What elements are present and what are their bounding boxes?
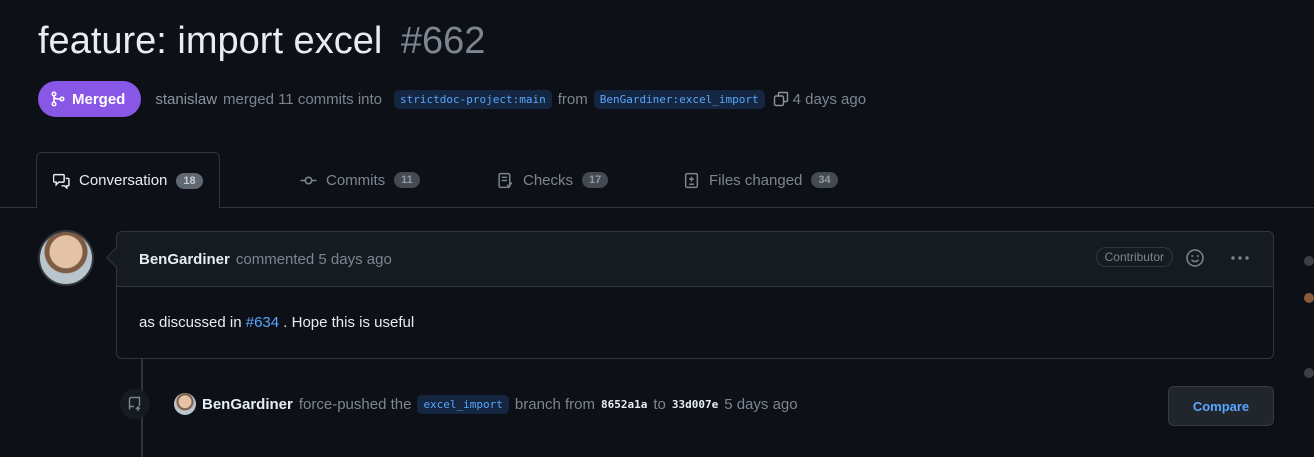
- repo-push-icon: [128, 396, 141, 411]
- comment-discussion-icon: [53, 173, 70, 189]
- copy-icon[interactable]: [773, 91, 789, 107]
- comment-header: BenGardiner commented 5 days ago Contrib…: [117, 232, 1273, 287]
- file-diff-icon: [684, 172, 699, 188]
- event-user-avatar[interactable]: [174, 393, 196, 415]
- git-merge-icon: [51, 91, 65, 107]
- event-text-2: branch from: [514, 395, 595, 413]
- tab-files-changed-count: 34: [811, 172, 838, 188]
- event-to-text: to: [653, 395, 666, 413]
- base-branch-tag[interactable]: strictdoc-project:main: [394, 89, 552, 109]
- event-text-1: force-pushed the: [298, 395, 412, 413]
- pr-number: #662: [400, 20, 486, 62]
- tab-conversation[interactable]: Conversation 18: [36, 152, 220, 209]
- tab-conversation-count: 18: [176, 172, 203, 189]
- checklist-icon: [498, 172, 513, 188]
- tab-files-changed[interactable]: Files changed 34: [683, 152, 838, 208]
- merge-text: merged 11 commits into: [223, 90, 382, 108]
- tab-conversation-label: Conversation: [79, 172, 168, 189]
- merged-status-badge: Merged: [38, 81, 142, 117]
- comment-card: BenGardiner commented 5 days ago Contrib…: [116, 231, 1274, 359]
- from-sha[interactable]: 8652a1a: [601, 398, 647, 411]
- comment-author[interactable]: BenGardiner: [139, 251, 230, 268]
- tab-checks-count: 17: [582, 172, 609, 188]
- smiley-icon[interactable]: [1185, 248, 1205, 268]
- to-sha[interactable]: 33d007e: [672, 398, 718, 411]
- pr-title-text: feature: import excel: [38, 20, 383, 62]
- kebab-horizontal-icon[interactable]: [1229, 248, 1251, 268]
- tab-commits-label: Commits: [326, 171, 386, 189]
- head-branch-tag[interactable]: BenGardiner:excel_import: [593, 89, 765, 109]
- event-time[interactable]: 5 days ago: [724, 396, 797, 413]
- author-avatar[interactable]: [38, 230, 94, 286]
- pr-meta: Merged stanislaw merged 11 commits into …: [38, 80, 866, 118]
- event-user[interactable]: BenGardiner: [202, 396, 293, 413]
- merge-time: 4 days ago: [792, 90, 867, 108]
- pr-tabs: Conversation 18 Commits 11 Checks 17 Fil…: [0, 152, 1314, 209]
- sidebar-edge-fragment: [1304, 256, 1314, 266]
- comment-body-prefix: as discussed in: [139, 314, 242, 331]
- comment-timestamp[interactable]: commented 5 days ago: [236, 251, 392, 268]
- from-text: from: [557, 90, 588, 108]
- git-commit-icon: [300, 176, 317, 184]
- tab-commits-count: 11: [394, 172, 420, 188]
- pr-title: feature: import excel #662: [38, 18, 485, 64]
- event-branch-tag[interactable]: excel_import: [417, 394, 509, 414]
- contributor-badge: Contributor: [1095, 247, 1173, 267]
- force-push-event: BenGardiner force-pushed the excel_impor…: [174, 392, 798, 416]
- tab-commits[interactable]: Commits 11: [300, 152, 420, 208]
- merged-status-label: Merged: [72, 90, 126, 108]
- sidebar-edge-avatar-fragment: [1304, 293, 1314, 303]
- issue-link[interactable]: #634: [246, 314, 279, 331]
- tab-files-changed-label: Files changed: [709, 171, 803, 189]
- tab-checks[interactable]: Checks 17: [497, 152, 609, 208]
- comment-body: as discussed in #634 . Hope this is usef…: [139, 314, 414, 331]
- sidebar-edge-fragment: [1304, 368, 1314, 378]
- compare-button[interactable]: Compare: [1168, 386, 1274, 426]
- tab-checks-label: Checks: [523, 171, 574, 189]
- comment-body-suffix: . Hope this is useful: [283, 314, 415, 331]
- merger-link[interactable]: stanislaw: [155, 91, 217, 108]
- repo-push-icon-badge: [120, 389, 150, 419]
